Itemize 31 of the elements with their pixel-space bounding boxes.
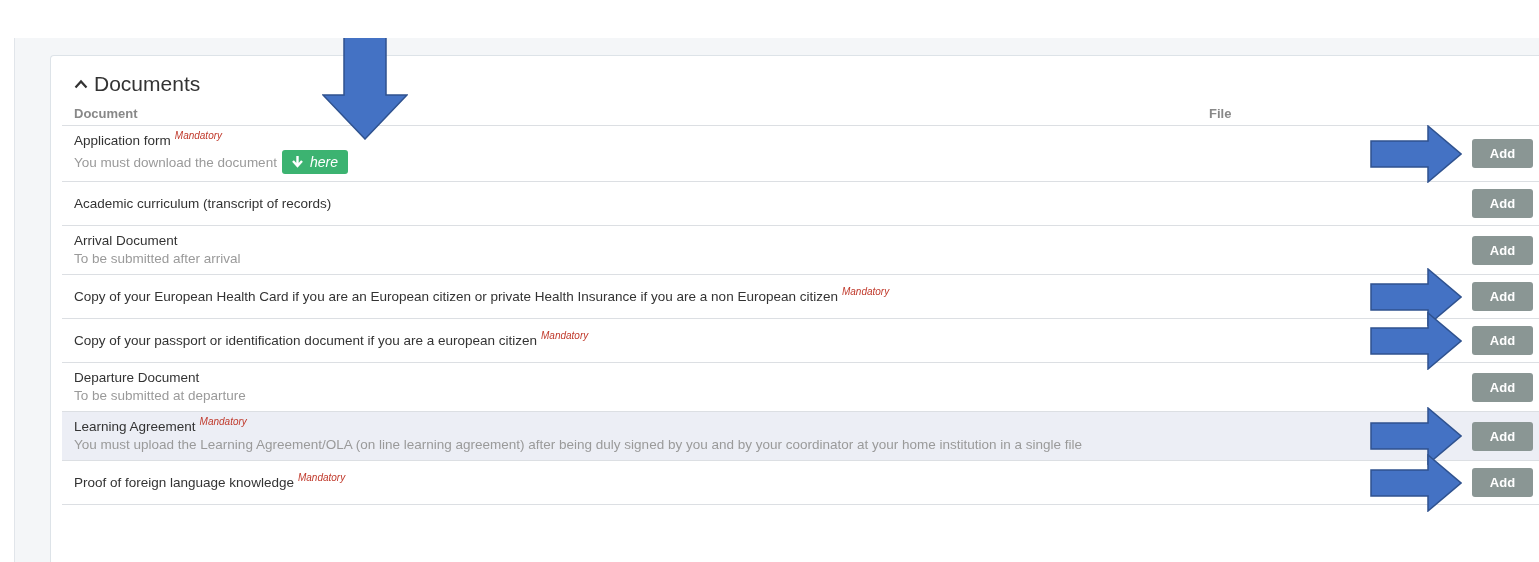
caret-icon[interactable] bbox=[74, 79, 88, 89]
document-name: Academic curriculum (transcript of records) bbox=[74, 196, 332, 211]
document-note: You must upload the Learning Agreement/OLA (on line learning agreement) after being duly signed by you and by your coordinator at your home institution in a single file bbox=[74, 436, 1083, 453]
column-header: File bbox=[1209, 106, 1233, 121]
download-button[interactable]: here bbox=[281, 150, 348, 174]
add-button[interactable]: Add bbox=[1472, 468, 1533, 497]
add-button[interactable]: Add bbox=[1472, 326, 1533, 355]
document-name: Departure Document bbox=[74, 370, 200, 385]
mandatory-label: Mandatory bbox=[199, 416, 247, 427]
column-header: Document bbox=[74, 106, 139, 121]
mandatory-label: Mandatory bbox=[841, 286, 890, 297]
add-button[interactable]: Add bbox=[1472, 282, 1533, 311]
add-button[interactable]: Add bbox=[1472, 189, 1533, 218]
mandatory-label: Mandatory bbox=[297, 472, 346, 483]
add-button[interactable]: Add bbox=[1472, 372, 1533, 402]
section-title: Documents bbox=[94, 72, 201, 96]
document-name: Copy of your passport or identification document if you are a european citizen bbox=[74, 333, 537, 348]
mandatory-label: Mandatory bbox=[541, 330, 589, 341]
mandatory-label: Mandatory bbox=[174, 130, 223, 141]
add-button[interactable]: Add bbox=[1472, 235, 1533, 265]
document-name: Learning Agreement bbox=[74, 419, 196, 434]
document-name: Arrival Document bbox=[74, 233, 178, 248]
add-button[interactable]: Add bbox=[1472, 421, 1533, 451]
document-note: To be submitted at departure bbox=[74, 387, 246, 404]
document-name: Copy of your European Health Card if you are an European citizen or private Health Insurance if you are a non European citizen bbox=[74, 289, 838, 304]
document-note: You must download the document bbox=[74, 153, 277, 171]
down-arrow-icon bbox=[291, 156, 303, 168]
add-button[interactable]: Add bbox=[1472, 139, 1533, 168]
document-name: Proof of foreign language knowledge bbox=[74, 475, 294, 490]
document-note: To be submitted after arrival bbox=[74, 250, 241, 267]
document-name: Application form bbox=[74, 133, 171, 148]
